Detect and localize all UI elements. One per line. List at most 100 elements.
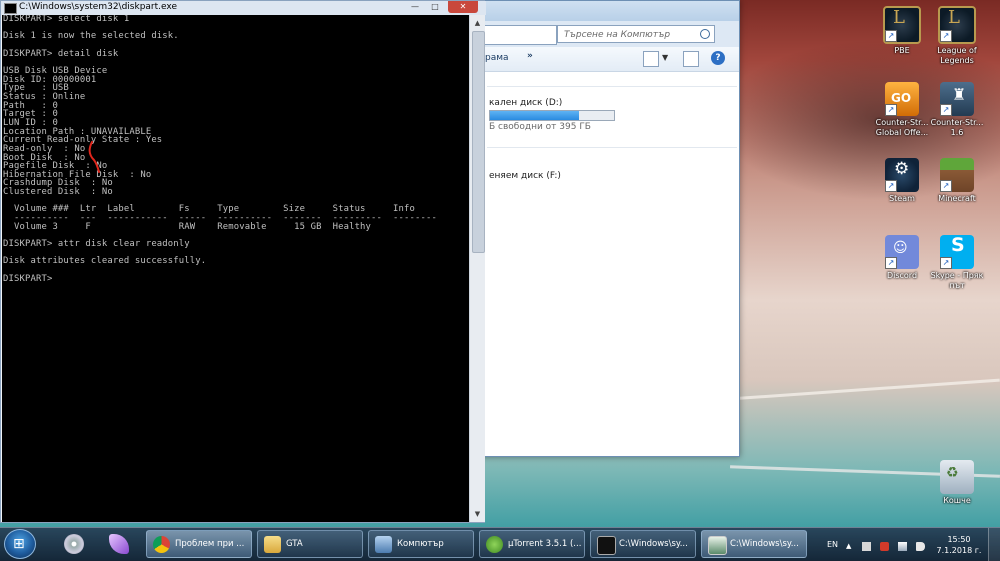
tray-arrow-icon[interactable]: ▲ — [846, 542, 851, 551]
help-icon[interactable]: ? — [711, 51, 725, 65]
scrollbar-thumb[interactable] — [472, 31, 485, 253]
address-bar[interactable] — [475, 25, 557, 45]
view-options-dropdown[interactable]: ▼ — [662, 53, 668, 62]
shortcut-arrow-icon: ↗ — [940, 180, 952, 192]
explorer-address-area: Търсене на Компютър — [471, 21, 739, 47]
search-input[interactable]: Търсене на Компютър — [557, 25, 715, 43]
steam-icon: ⚙ ↗ — [885, 158, 919, 192]
utorrent-icon — [486, 536, 503, 553]
minimize-button[interactable]: — — [406, 1, 424, 13]
tray-flag-icon[interactable] — [862, 542, 871, 551]
drive-d-usage-bar — [489, 110, 615, 121]
pinned-feather-app[interactable] — [100, 531, 138, 558]
desktop-icon-label: Minecraft — [938, 194, 976, 203]
desktop-icon-steam[interactable]: ⚙ ↗ Steam — [871, 158, 933, 204]
organize-button[interactable]: рама — [485, 53, 509, 63]
task-label: C:\Windows\sy... — [619, 539, 688, 549]
section-divider — [487, 86, 737, 87]
discord-icon: ☺ ↗ — [885, 235, 919, 269]
csgo-icon: GO ↗ — [885, 82, 919, 116]
desktop-icon-skype[interactable]: S ↗ Skype - Пряк път — [926, 235, 988, 291]
desktop-icon-label: Discord — [886, 271, 918, 280]
task-label: µTorrent 3.5.1 (... — [508, 539, 582, 549]
folder-icon — [264, 536, 281, 553]
shortcut-arrow-icon: ↗ — [885, 104, 897, 116]
console-output[interactable]: DISKPART> select disk 1 Disk 1 is now th… — [2, 15, 469, 522]
view-options-icon[interactable] — [643, 51, 659, 67]
explorer-window[interactable]: Търсене на Компютър рама » ▼ ? кален дис… — [470, 0, 740, 457]
task-cmd-1[interactable]: C:\Windows\sy... — [590, 530, 696, 558]
task-label: GTA — [286, 539, 303, 549]
search-icon — [700, 29, 710, 39]
red-annotation-mark — [88, 141, 100, 173]
more-commands-button[interactable]: » — [527, 51, 533, 61]
media-disc-icon — [64, 534, 84, 554]
drive-d-free-space: Б свободни от 395 ГБ — [489, 122, 591, 132]
desktop-icon-discord[interactable]: ☺ ↗ Discord — [871, 235, 933, 281]
tray-volume-icon[interactable] — [916, 542, 925, 551]
desktop-icon-minecraft[interactable]: ↗ Minecraft — [926, 158, 988, 204]
shortcut-arrow-icon: ↗ — [885, 180, 897, 192]
section-divider — [487, 147, 737, 148]
chrome-icon — [153, 536, 170, 553]
start-button[interactable]: ⊞ — [4, 529, 36, 559]
search-placeholder: Търсене на Компютър — [564, 30, 671, 40]
clock-date: 7.1.2018 г. — [936, 546, 982, 555]
task-chrome[interactable]: Проблем при ... — [146, 530, 252, 558]
shortcut-arrow-icon: ↗ — [885, 257, 897, 269]
system-clock[interactable]: 15:50 7.1.2018 г. — [936, 534, 982, 556]
desktop-icon-pbe[interactable]: L ↗ PBE — [871, 6, 933, 56]
windows-logo-icon: ⊞ — [13, 536, 25, 552]
desktop-icon-recycle-bin[interactable]: ♻ Кошче — [926, 460, 988, 506]
computer-icon — [375, 536, 392, 553]
shortcut-arrow-icon: ↗ — [940, 257, 952, 269]
desktop-icon-league-of-legends[interactable]: L ↗ League of Legends — [926, 6, 988, 66]
task-label: Проблем при ... — [175, 539, 245, 549]
console-title: C:\Windows\system32\diskpart.exe — [19, 2, 177, 12]
shortcut-arrow-icon: ↗ — [940, 104, 952, 116]
shortcut-arrow-icon: ↗ — [885, 30, 897, 42]
task-gta-folder[interactable]: GTA — [257, 530, 363, 558]
task-label: Компютър — [397, 539, 444, 549]
console-app-icon — [4, 3, 17, 14]
league-icon: L ↗ — [938, 6, 976, 44]
minecraft-icon: ↗ — [940, 158, 974, 192]
taskbar: ⊞ Проблем при ... GTA Компютър µTorrent … — [0, 527, 1000, 561]
show-desktop-button[interactable] — [988, 528, 1000, 561]
pinned-media-player[interactable] — [55, 531, 93, 558]
drive-f-label[interactable]: еняем диск (F:) — [489, 171, 561, 181]
window-icon — [708, 536, 727, 555]
desktop-icon-label: Counter-Str... 1.6 — [930, 118, 984, 137]
language-indicator[interactable]: EN — [827, 540, 838, 549]
scroll-up-arrow-icon[interactable]: ▲ — [471, 16, 484, 30]
feather-icon — [109, 534, 129, 554]
desktop-icon-cs-go[interactable]: GO ↗ Counter-Str... Global Offe... — [871, 82, 933, 138]
desktop-icon-cs-16[interactable]: ♜ ↗ Counter-Str... 1.6 — [926, 82, 988, 138]
explorer-titlebar[interactable] — [471, 1, 739, 21]
task-computer[interactable]: Компютър — [368, 530, 474, 558]
console-scrollbar[interactable]: ▲ ▼ — [469, 15, 485, 522]
recycle-bin-icon: ♻ — [940, 460, 974, 494]
skype-icon: S ↗ — [940, 235, 974, 269]
desktop-icon-label: Counter-Str... Global Offe... — [875, 118, 929, 137]
task-cmd-2[interactable]: C:\Windows\sy... — [701, 530, 807, 558]
cs16-icon: ♜ ↗ — [940, 82, 974, 116]
desktop-icon-label: Steam — [889, 194, 915, 203]
preview-pane-icon[interactable] — [683, 51, 699, 67]
desktop-icon-label: PBE — [894, 46, 910, 55]
console-icon — [597, 536, 616, 555]
tray-error-icon[interactable] — [880, 542, 889, 551]
desktop-icon-label: League of Legends — [937, 46, 977, 65]
console-text: DISKPART> select disk 1 Disk 1 is now th… — [3, 15, 437, 284]
drive-d-label[interactable]: кален диск (D:) — [489, 98, 562, 108]
shortcut-arrow-icon: ↗ — [940, 30, 952, 42]
league-icon: L ↗ — [883, 6, 921, 44]
close-button[interactable]: ✕ — [448, 1, 478, 13]
console-titlebar[interactable]: C:\Windows\system32\diskpart.exe — □ ✕ — [1, 1, 486, 15]
scroll-down-arrow-icon[interactable]: ▼ — [471, 507, 484, 521]
desktop-icon-label: Skype - Пряк път — [930, 271, 984, 290]
task-utorrent[interactable]: µTorrent 3.5.1 (... — [479, 530, 585, 558]
diskpart-console-window[interactable]: C:\Windows\system32\diskpart.exe — □ ✕ D… — [0, 0, 486, 523]
maximize-button[interactable]: □ — [426, 1, 444, 13]
tray-network-icon[interactable] — [898, 542, 907, 551]
